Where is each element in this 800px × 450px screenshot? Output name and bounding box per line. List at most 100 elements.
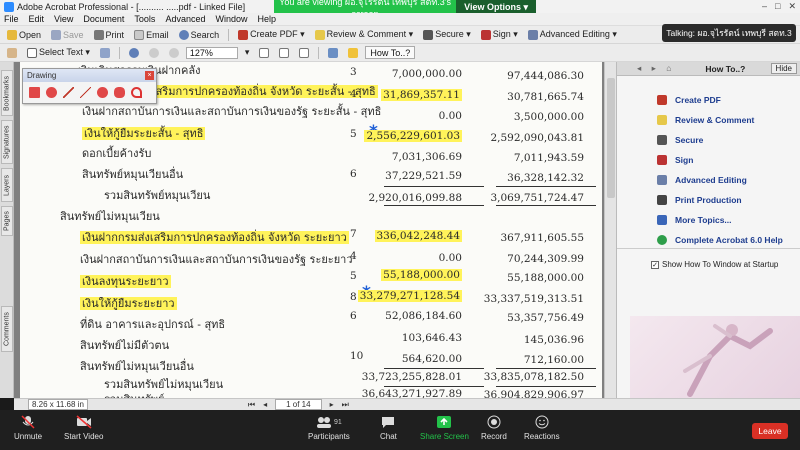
amount-current: 7,000,000.00: [391, 68, 462, 80]
tab-comments[interactable]: Comments: [1, 306, 13, 352]
hide-panel-button[interactable]: Hide: [770, 63, 797, 74]
sum-rule: [384, 186, 484, 187]
amount-current: 103,646.43: [401, 332, 462, 344]
cloud-tool-icon[interactable]: [97, 87, 108, 98]
share-screen-button[interactable]: Share Screen: [420, 415, 469, 441]
minimize-button[interactable]: –: [762, 1, 767, 12]
menu-tools[interactable]: Tools: [134, 14, 155, 24]
chevron-down-icon: ▾: [244, 47, 250, 57]
fit-width-button[interactable]: [296, 47, 312, 59]
menu-file[interactable]: File: [4, 14, 19, 24]
howto-sign[interactable]: Sign: [657, 150, 800, 170]
zoom-level-field[interactable]: 127%: [185, 46, 238, 59]
howto-more-topics[interactable]: More Topics...: [657, 210, 800, 230]
help-howto-icon-button[interactable]: [345, 47, 361, 59]
polygon-tool-icon[interactable]: [114, 87, 125, 98]
zoom-out-button[interactable]: [146, 47, 162, 59]
tab-bookmarks[interactable]: Bookmarks: [1, 70, 13, 116]
hand-icon: [7, 47, 17, 58]
rectangle-tool-icon[interactable]: [29, 87, 40, 98]
amount-prior: 712,160.00: [523, 354, 584, 366]
line-tool-icon[interactable]: [80, 87, 91, 98]
navigation-tabs: Bookmarks Signatures Layers Pages Commen…: [0, 62, 14, 398]
howto-review-comment[interactable]: Review & Comment: [657, 110, 800, 130]
pencil-tool-icon[interactable]: [131, 87, 142, 98]
zoom-in-icon: [168, 47, 179, 58]
maximize-button[interactable]: □: [775, 1, 780, 12]
oval-tool-icon[interactable]: [46, 87, 57, 98]
vertical-scrollbar[interactable]: [604, 62, 616, 398]
start-video-button[interactable]: Start Video: [64, 415, 103, 441]
cursor-icon: [657, 175, 667, 185]
folder-icon: [7, 29, 17, 40]
menu-help[interactable]: Help: [257, 14, 276, 24]
sum-rule: [496, 186, 596, 187]
sum-rule: [384, 205, 484, 206]
rotate-button[interactable]: [325, 47, 341, 59]
fit-page-button[interactable]: [276, 47, 292, 59]
document-viewport[interactable]: เงินเกินสกรรมเงินฝากคลัง เงินฝากกรมส่งเส…: [14, 62, 616, 398]
checkbox-icon: ✓: [651, 260, 659, 269]
advanced-editing-button[interactable]: Advanced Editing ▾: [525, 28, 620, 41]
howto-advanced-editing[interactable]: Advanced Editing: [657, 170, 800, 190]
print-button[interactable]: Print: [91, 29, 128, 41]
how-to-button[interactable]: How To..?: [365, 46, 416, 59]
review-comment-button[interactable]: Review & Comment ▾: [312, 28, 417, 41]
view-options-button[interactable]: View Options ▾: [456, 0, 536, 14]
hand-tool-button[interactable]: [4, 47, 20, 59]
prev-page-button[interactable]: ◂: [263, 400, 267, 409]
window-controls: – □ ✕: [762, 1, 796, 12]
search-icon: [178, 29, 189, 40]
close-icon[interactable]: ×: [145, 71, 154, 80]
record-button[interactable]: Record: [481, 415, 507, 441]
zoom-dropdown[interactable]: ▾: [242, 46, 253, 59]
tab-pages[interactable]: Pages: [1, 206, 13, 236]
menu-edit[interactable]: Edit: [29, 14, 45, 24]
chat-button[interactable]: Chat: [380, 415, 397, 441]
howto-secure[interactable]: Secure: [657, 130, 800, 150]
show-at-startup-checkbox[interactable]: ✓ Show How To Window at Startup: [651, 260, 778, 269]
open-button[interactable]: Open: [4, 29, 44, 41]
unmute-button[interactable]: Unmute: [14, 415, 42, 441]
reactions-button[interactable]: Reactions: [524, 415, 560, 441]
first-page-button[interactable]: ⏮: [248, 400, 255, 410]
participants-button[interactable]: 91 Participants: [308, 415, 350, 441]
zoom-in-button[interactable]: [166, 47, 182, 59]
help-icon: [657, 235, 667, 245]
page-number-field[interactable]: 1 of 14: [275, 399, 322, 410]
menu-window[interactable]: Window: [215, 14, 247, 24]
close-button[interactable]: ✕: [788, 1, 796, 12]
show-at-startup-label: Show How To Window at Startup: [662, 260, 779, 269]
menu-document[interactable]: Document: [83, 14, 124, 24]
page-icon: [259, 47, 270, 58]
leave-meeting-button[interactable]: Leave: [752, 423, 788, 439]
save-button[interactable]: Save: [48, 29, 87, 41]
how-to-nav-arrows-icon[interactable]: ◂ ▸ ⌂: [637, 63, 675, 74]
actual-size-button[interactable]: [256, 47, 272, 59]
printer-icon: [93, 29, 104, 40]
secure-button[interactable]: Secure ▾: [420, 28, 474, 41]
arrow-tool-icon[interactable]: [63, 87, 74, 98]
tab-layers[interactable]: Layers: [1, 168, 13, 202]
sign-button[interactable]: Sign ▾: [478, 28, 521, 41]
amount-current: 52,086,184.60: [385, 310, 462, 322]
menu-view[interactable]: View: [54, 14, 73, 24]
email-button[interactable]: Email: [131, 29, 172, 41]
amount-current: 37,229,521.59: [385, 170, 462, 182]
zoom-in-tool-button[interactable]: [126, 47, 142, 59]
row-label: เงินลงทุนระยะยาว: [80, 275, 171, 288]
tab-signatures[interactable]: Signatures: [1, 120, 13, 164]
last-page-button[interactable]: ⏭: [342, 400, 349, 410]
next-page-button[interactable]: ▸: [330, 400, 334, 409]
snapshot-button[interactable]: [97, 47, 113, 59]
select-text-button[interactable]: Select Text ▾: [24, 46, 93, 59]
menu-advanced[interactable]: Advanced: [165, 14, 205, 24]
create-pdf-button[interactable]: Create PDF ▾: [235, 28, 308, 41]
amount-current: 55,188,000.00: [381, 269, 462, 281]
howto-print-production[interactable]: Print Production: [657, 190, 800, 210]
scrollbar-thumb[interactable]: [607, 78, 615, 198]
howto-create-pdf[interactable]: Create PDF: [657, 90, 800, 110]
howto-complete-help[interactable]: Complete Acrobat 6.0 Help: [657, 230, 800, 250]
how-to-title: How To..?: [705, 63, 746, 74]
search-button[interactable]: Search: [176, 29, 223, 41]
